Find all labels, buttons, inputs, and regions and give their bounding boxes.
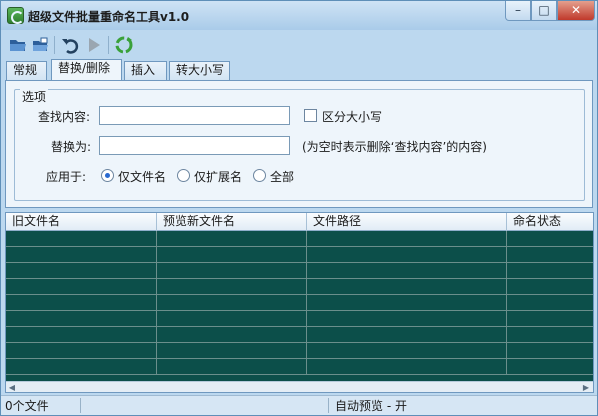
empty-grid-cell	[6, 263, 157, 279]
apply-all-radio[interactable]	[253, 169, 266, 182]
recycle-button[interactable]	[114, 35, 134, 55]
toolbar	[4, 33, 594, 57]
empty-grid-row	[6, 279, 593, 295]
apply-filename-label: 仅文件名	[118, 170, 167, 184]
empty-grid-cell	[6, 343, 157, 359]
empty-grid-cell	[307, 263, 507, 279]
open-files-icon	[33, 37, 48, 51]
tab-case[interactable]: 转大小写	[169, 61, 230, 80]
close-button[interactable]: ✕	[557, 1, 595, 21]
preview-mode-status: 自动预览 - 开	[335, 399, 407, 413]
empty-grid-cell	[157, 295, 307, 311]
empty-grid-row	[6, 359, 593, 375]
play-icon	[89, 38, 100, 52]
open-files-button[interactable]	[30, 35, 50, 55]
empty-grid-row	[6, 247, 593, 263]
table-body[interactable]	[6, 231, 593, 381]
apply-to-label: 应用于:	[46, 170, 87, 184]
scroll-left-icon[interactable]: ◀	[7, 383, 17, 392]
app-icon	[7, 7, 24, 24]
options-legend: 选项	[20, 88, 49, 105]
replace-label: 替换为:	[51, 140, 92, 154]
column-header-path[interactable]: 文件路径	[307, 213, 507, 231]
scroll-right-icon[interactable]: ▶	[581, 383, 591, 392]
recycle-icon	[115, 36, 133, 54]
find-input[interactable]	[99, 106, 290, 125]
window-title: 超级文件批量重命名工具v1.0	[28, 10, 190, 24]
empty-grid-row	[6, 343, 593, 359]
undo-button[interactable]	[60, 35, 80, 55]
apply-extension-radio[interactable]	[177, 169, 190, 182]
empty-grid-cell	[157, 279, 307, 295]
open-folder-button[interactable]	[8, 35, 28, 55]
column-header-preview-name[interactable]: 预览新文件名	[157, 213, 307, 231]
empty-grid-cell	[6, 231, 157, 247]
empty-grid-cell	[6, 359, 157, 375]
empty-grid-cell	[307, 359, 507, 375]
column-header-status[interactable]: 命名状态	[507, 213, 593, 231]
empty-grid-row	[6, 295, 593, 311]
empty-grid-cell	[157, 263, 307, 279]
status-divider	[80, 398, 81, 413]
empty-grid-cell	[307, 311, 507, 327]
status-divider	[328, 398, 329, 413]
replace-hint: (为空时表示删除‘查找内容’的内容)	[302, 140, 487, 154]
empty-grid-cell	[307, 327, 507, 343]
empty-grid-row	[6, 327, 593, 343]
empty-grid-cell	[307, 231, 507, 247]
table-header: 旧文件名 预览新文件名 文件路径 命名状态	[6, 213, 593, 231]
empty-grid-cell	[307, 295, 507, 311]
file-table[interactable]: 旧文件名 预览新文件名 文件路径 命名状态 ◀ ▶	[5, 212, 594, 393]
empty-grid-cell	[307, 343, 507, 359]
toolbar-separator	[108, 36, 109, 54]
empty-grid-cell	[157, 327, 307, 343]
empty-grid-cell	[307, 247, 507, 263]
maximize-button[interactable]: □	[531, 1, 557, 21]
main-window: 超级文件批量重命名工具v1.0 – □ ✕ 常规 替换/删除 插入 转大小写 选…	[0, 0, 598, 416]
empty-grid-cell	[6, 279, 157, 295]
tab-general[interactable]: 常规	[6, 61, 47, 80]
tab-replace-delete[interactable]: 替换/删除	[51, 59, 122, 80]
find-label: 查找内容:	[38, 110, 91, 124]
case-sensitive-label: 区分大小写	[322, 110, 383, 124]
empty-grid-cell	[157, 247, 307, 263]
empty-grid-cell	[6, 247, 157, 263]
minimize-button[interactable]: –	[505, 1, 531, 21]
status-bar: 0个文件 自动预览 - 开	[1, 395, 597, 415]
empty-grid-cell	[157, 311, 307, 327]
column-header-old-name[interactable]: 旧文件名	[6, 213, 157, 231]
replace-input[interactable]	[99, 136, 290, 155]
toolbar-separator	[54, 36, 55, 54]
apply-filename-radio[interactable]	[101, 169, 114, 182]
empty-grid-row	[6, 231, 593, 247]
case-sensitive-checkbox[interactable]	[304, 109, 317, 122]
file-count-status: 0个文件	[5, 399, 49, 413]
title-bar[interactable]: 超级文件批量重命名工具v1.0 – □ ✕	[1, 1, 597, 30]
undo-icon	[62, 39, 79, 54]
open-folder-icon	[10, 40, 26, 51]
empty-grid-cell	[157, 359, 307, 375]
empty-grid-cell	[157, 231, 307, 247]
apply-all-label: 全部	[270, 170, 295, 184]
empty-grid-row	[6, 311, 593, 327]
empty-grid-row	[6, 263, 593, 279]
empty-grid-cell	[157, 343, 307, 359]
tab-insert[interactable]: 插入	[124, 61, 167, 80]
run-button[interactable]	[84, 35, 104, 55]
empty-grid-cell	[307, 279, 507, 295]
empty-grid-cell	[6, 327, 157, 343]
empty-grid-cell	[6, 295, 157, 311]
empty-grid-cell	[6, 311, 157, 327]
tab-panel-replace: 选项 查找内容: 区分大小写 替换为: (为空时表示删除‘查找内容’的内容) 应…	[5, 80, 593, 208]
apply-extension-label: 仅扩展名	[194, 170, 243, 184]
horizontal-scrollbar[interactable]: ◀ ▶	[6, 381, 593, 392]
